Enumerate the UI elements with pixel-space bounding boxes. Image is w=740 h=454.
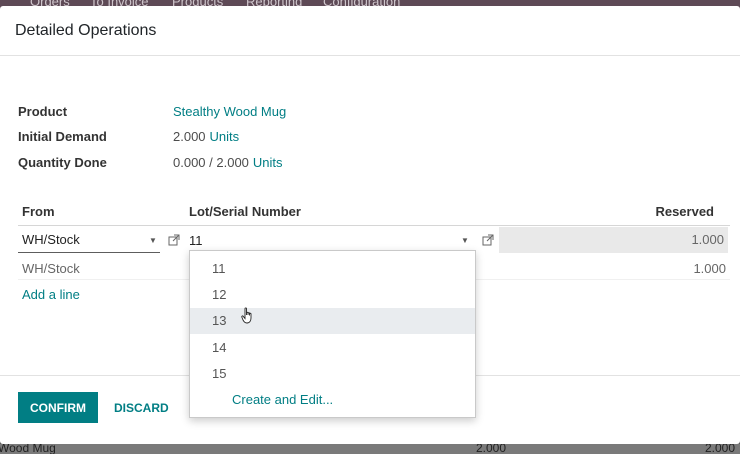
- external-link-icon[interactable]: [168, 234, 180, 246]
- operations-table-header: From Lot/Serial Number Reserved: [18, 204, 730, 226]
- initial-demand-value: 2.000: [173, 128, 206, 144]
- lot-serial-dropdown: 11 12 13 14 15 Create and Edit...: [189, 250, 476, 418]
- quantity-done-field: Quantity Done 0.000 / 2.000 Units: [18, 153, 283, 171]
- modal-header: Detailed Operations: [0, 6, 740, 56]
- quantity-done-label: Quantity Done: [18, 154, 107, 170]
- add-line-link[interactable]: Add a line: [22, 287, 80, 302]
- dropdown-option-15[interactable]: 15: [190, 361, 475, 387]
- product-link[interactable]: Stealthy Wood Mug: [173, 104, 286, 119]
- dropdown-option-12[interactable]: 12: [190, 282, 475, 308]
- quantity-done-unit-link[interactable]: Units: [253, 155, 283, 170]
- product-field: Product Stealthy Wood Mug: [18, 102, 286, 120]
- bg-row-product: Wood Mug: [0, 444, 56, 454]
- background-row: Wood Mug 2.000 2.000: [0, 444, 740, 454]
- modal-title: Detailed Operations: [15, 21, 157, 39]
- create-and-edit-option[interactable]: Create and Edit...: [190, 387, 475, 413]
- initial-demand-unit-link[interactable]: Units: [210, 129, 240, 144]
- from-location-value: WH/Stock: [22, 232, 80, 247]
- from-location-input[interactable]: WH/Stock ▼: [18, 227, 160, 253]
- bg-row-qty2: 2.000: [705, 444, 736, 454]
- initial-demand-label: Initial Demand: [18, 128, 107, 144]
- dropdown-option-13[interactable]: 13: [190, 308, 475, 334]
- dropdown-option-11[interactable]: 11: [190, 256, 475, 282]
- caret-down-icon[interactable]: ▼: [149, 236, 157, 245]
- column-header-from[interactable]: From: [22, 204, 55, 219]
- from-location-cell: WH/Stock: [22, 261, 80, 276]
- product-label: Product: [18, 103, 68, 119]
- initial-demand-field: Initial Demand 2.000 Units: [18, 127, 239, 145]
- quantity-done-value: 0.000 / 2.000: [173, 154, 249, 170]
- column-header-reserved[interactable]: Reserved: [655, 204, 714, 219]
- caret-down-icon[interactable]: ▼: [461, 236, 469, 245]
- discard-button[interactable]: DISCARD: [110, 392, 173, 423]
- bg-row-qty: 2.000: [476, 444, 507, 454]
- dropdown-option-14[interactable]: 14: [190, 335, 475, 361]
- reserved-cell: 1.000: [693, 261, 726, 276]
- confirm-button[interactable]: CONFIRM: [18, 392, 98, 423]
- external-link-icon[interactable]: [482, 234, 494, 246]
- hand-cursor-icon: [241, 307, 252, 324]
- reserved-quantity-input[interactable]: 1.000: [499, 227, 728, 253]
- lot-serial-value: 11: [189, 232, 203, 248]
- column-header-lot[interactable]: Lot/Serial Number: [189, 204, 301, 219]
